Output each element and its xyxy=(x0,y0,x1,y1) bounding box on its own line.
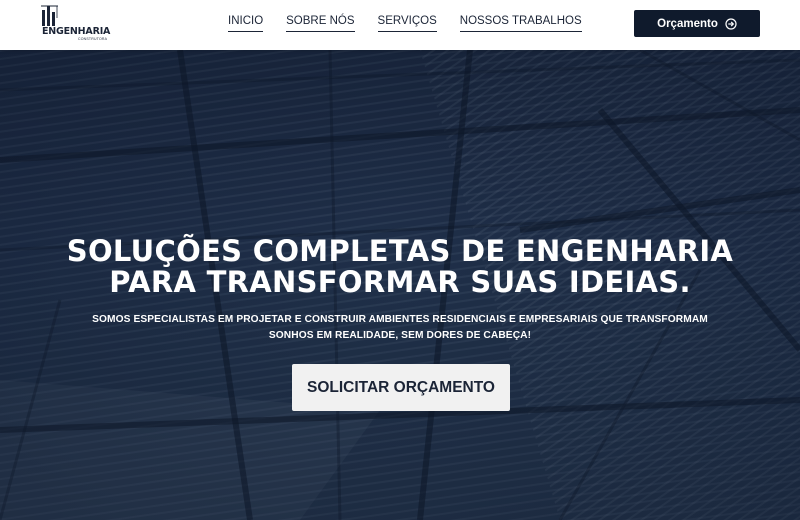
hero-title-line-1: SOLUÇÕES COMPLETAS DE ENGENHARIA xyxy=(66,234,734,268)
hero-section: SOLUÇÕES COMPLETAS DE ENGENHARIA PARA TR… xyxy=(0,50,800,520)
hero-subtitle: SOMOS ESPECIALISTAS EM PROJETAR E CONSTR… xyxy=(92,314,708,341)
solicitar-orcamento-button[interactable]: SOLICITAR ORÇAMENTO xyxy=(292,364,510,411)
hero-title-line-2: PARA TRANSFORMAR SUAS IDEIAS. xyxy=(109,265,691,299)
site-header: ENGENHARIA CONSTRUTORA INICIO SOBRE NÓS … xyxy=(0,0,800,50)
building-logo-icon xyxy=(41,5,58,26)
nav-sobre-nos[interactable]: SOBRE NÓS xyxy=(286,15,355,32)
arrow-right-circle-icon xyxy=(725,17,737,30)
nav-nossos-trabalhos[interactable]: NOSSOS TRABALHOS xyxy=(459,15,582,32)
logo-subtitle: CONSTRUTORA xyxy=(78,37,108,41)
hero-title: SOLUÇÕES COMPLETAS DE ENGENHARIA PARA TR… xyxy=(0,236,800,298)
nav-servicos[interactable]: SERVIÇOS xyxy=(377,15,437,32)
orcamento-button-label: Orçamento xyxy=(657,17,718,30)
nav-inicio[interactable]: INICIO xyxy=(228,15,264,32)
logo[interactable]: ENGENHARIA CONSTRUTORA xyxy=(40,4,112,44)
logo-name: ENGENHARIA xyxy=(42,26,111,37)
main-nav: INICIO SOBRE NÓS SERVIÇOS NOSSOS TRABALH… xyxy=(228,0,605,50)
orcamento-button[interactable]: Orçamento xyxy=(634,10,760,37)
